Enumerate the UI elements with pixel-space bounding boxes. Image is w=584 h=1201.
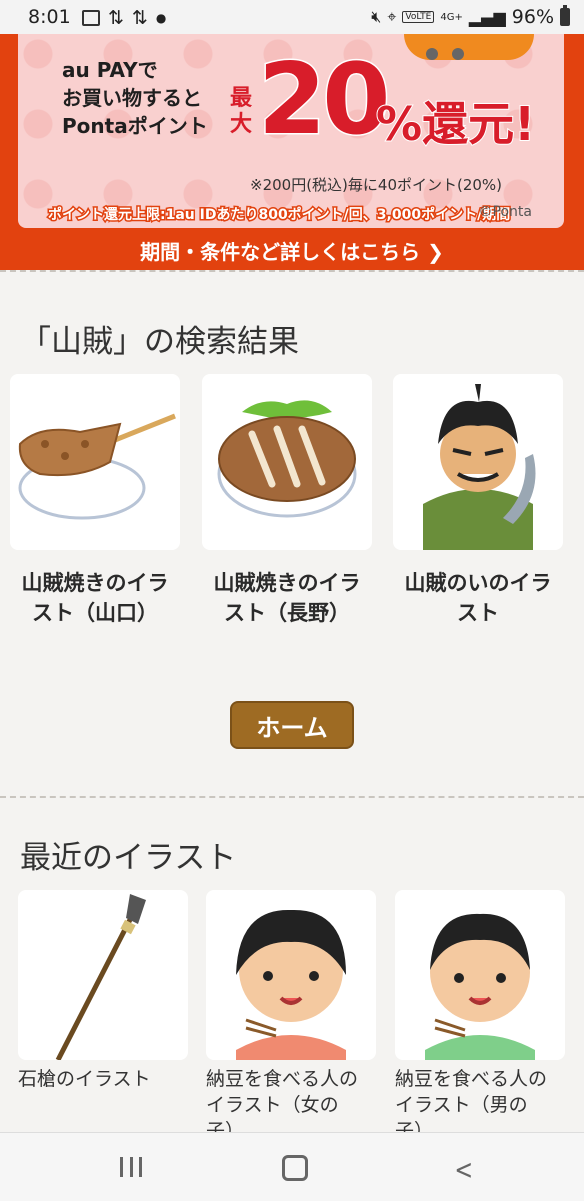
battery-icon <box>560 5 570 26</box>
status-time: 8:01 <box>28 6 71 28</box>
banner-card: au PAYで お買い物すると Pontaポイント 最大 20 %還元! ※20… <box>18 34 564 228</box>
android-nav-bar: < <box>0 1132 584 1201</box>
result-title-1[interactable]: 山賊焼きのイラ スト（山口） <box>10 568 180 628</box>
banner-limit: ポイント還元上限:1au IDあたり800ポイント/回、3,000ポイント/期間 <box>46 206 511 225</box>
volte-badge: VoLTE <box>402 11 435 23</box>
recent-apps-icon[interactable] <box>120 1157 142 1177</box>
result-title-3[interactable]: 山賊のいのイラ スト <box>393 568 563 628</box>
recent-card-2[interactable] <box>206 890 376 1060</box>
gallery-icon <box>82 10 100 26</box>
recent-title-1[interactable]: 石槍のイラスト <box>18 1066 194 1092</box>
home-button[interactable]: ホーム <box>230 701 354 749</box>
yamaguchi-sanzokuyaki-image <box>18 413 176 520</box>
result-card-3[interactable] <box>393 374 563 550</box>
network-label: 4G+ <box>440 11 463 23</box>
promo-banner[interactable]: au PAYで お買い物すると Pontaポイント 最大 20 %還元! ※20… <box>0 34 584 270</box>
banner-details-link[interactable]: 期間・条件など詳しくはこちら ❯ <box>0 236 584 265</box>
banner-percent-suffix: %還元! <box>375 96 536 152</box>
divider <box>0 270 584 272</box>
recent-card-3[interactable] <box>395 890 565 1060</box>
location-icon: ⌖ <box>387 7 397 26</box>
ponta-logo: ©Ponta <box>478 204 532 220</box>
mute-icon: 🔇︎ <box>371 7 382 26</box>
banner-max-label: 最大 <box>229 86 252 137</box>
airplane-icon <box>404 34 534 60</box>
banner-percent: 20 <box>256 43 391 157</box>
recent-card-1[interactable] <box>18 890 188 1060</box>
natto-girl-image <box>236 909 346 1060</box>
divider <box>0 796 584 798</box>
result-card-2[interactable] <box>202 374 372 550</box>
retweet-icon: ⇅ <box>108 7 124 29</box>
natto-boy-image <box>425 913 535 1060</box>
result-card-1[interactable] <box>10 374 180 550</box>
bandit-image <box>423 384 536 550</box>
stone-spear-image <box>55 894 146 1060</box>
recent-title: 最近のイラスト <box>20 840 237 876</box>
search-results-title: 「山賊」の検索結果 <box>20 324 299 360</box>
home-nav-icon[interactable] <box>282 1155 308 1181</box>
dot-icon: ● <box>155 11 167 25</box>
battery-percent: 96% <box>511 6 554 28</box>
nagano-sanzokuyaki-image <box>217 400 357 518</box>
signal-icon: ▂▄▆ <box>468 7 506 27</box>
back-nav-icon[interactable]: < <box>454 1153 473 1186</box>
banner-note: ※200円(税込)毎に40ポイント(20%) <box>250 176 503 194</box>
banner-text-left: au PAYで お買い物すると Pontaポイント <box>62 58 208 138</box>
retweet-icon-2: ⇅ <box>131 7 148 29</box>
status-bar: 8:01 ⇅ ⇅ ● 🔇︎ ⌖ VoLTE 4G+ ▂▄▆ 96% <box>0 0 584 34</box>
result-title-2[interactable]: 山賊焼きのイラ スト（長野） <box>202 568 372 628</box>
